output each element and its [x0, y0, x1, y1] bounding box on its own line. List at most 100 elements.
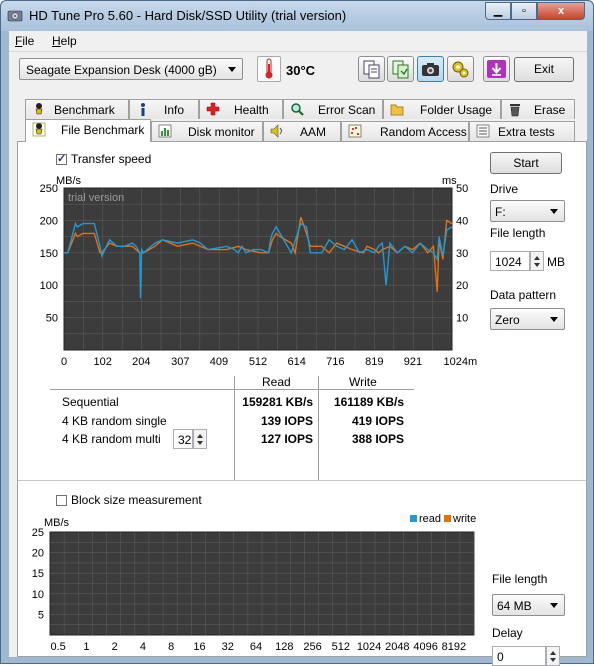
transfer-speed-label: Transfer speed	[71, 152, 152, 166]
copy-info-button[interactable]	[358, 56, 385, 82]
exit-button[interactable]: Exit	[514, 57, 574, 82]
data-pattern-combo[interactable]: Zero	[490, 308, 565, 330]
drive-combo-value: F:	[495, 205, 506, 219]
block-size-chart: 25 20 15 10 5 MB/s 0.5 1 2 4 8 16 32 64 128 256 512 1024 2…	[32, 513, 476, 653]
download-arrow-icon	[487, 60, 506, 78]
block-x-tick-label: 1	[83, 641, 89, 653]
block-x-tick-label: 4	[140, 641, 146, 653]
tab-erase-label: Erase	[534, 103, 566, 117]
legend-swatch-read	[410, 515, 417, 522]
spinner-down-icon	[534, 263, 540, 267]
drive-combo[interactable]: F:	[490, 200, 565, 222]
menu-file-label: ile	[22, 34, 35, 48]
tab-health[interactable]: Health	[199, 99, 283, 119]
file-benchmark-panel: Transfer speed trial version250200150100…	[17, 141, 587, 666]
x-tick-label: 614	[287, 356, 305, 368]
download-button[interactable]	[483, 56, 510, 82]
x-tick-label: 921	[404, 356, 422, 368]
transfer-speed-checkbox[interactable]	[56, 152, 67, 165]
block-file-length-combo[interactable]: 64 MB	[492, 594, 565, 616]
block-file-length-value: 64 MB	[497, 599, 532, 613]
results-read-header: Read	[262, 375, 291, 389]
maximize-button[interactable]: ▫	[511, 2, 537, 20]
folder-icon	[390, 104, 404, 116]
temperature-value: 30°C	[286, 63, 316, 78]
block-y-tick-label: 10	[32, 589, 44, 601]
file-benchmark-icon	[32, 122, 46, 137]
delay-value: 0	[497, 650, 504, 664]
save-button[interactable]	[387, 56, 414, 82]
camera-icon	[422, 63, 439, 76]
row-4k-single-write: 419 IOPS	[351, 414, 404, 428]
legend-swatch-write	[444, 515, 451, 522]
start-button[interactable]: Start	[490, 152, 562, 174]
x-tick-label: 819	[365, 356, 383, 368]
health-cross-icon	[206, 102, 220, 116]
tab-folder-usage[interactable]: Folder Usage	[383, 99, 501, 119]
block-size-checkbox[interactable]	[56, 495, 67, 506]
file-length-input[interactable]: 1024	[490, 251, 530, 271]
tab-disk-monitor-label: Disk monitor	[188, 125, 255, 139]
block-y-tick-label: 20	[32, 548, 44, 560]
info-icon	[141, 103, 145, 116]
random-access-icon	[348, 124, 362, 138]
options-button[interactable]	[447, 56, 474, 82]
magnifier-icon	[291, 103, 304, 116]
tab-aam[interactable]: AAM	[263, 121, 341, 141]
x-tick-label: 204	[132, 356, 150, 368]
tab-file-benchmark[interactable]: File Benchmark	[25, 119, 151, 142]
tab-random-access[interactable]: Random Access	[341, 121, 469, 141]
menu-help[interactable]: Help	[52, 34, 77, 48]
tab-error-scan[interactable]: Error Scan	[283, 99, 383, 119]
file-length-spinner[interactable]	[530, 251, 544, 271]
block-x-tick-label: 2	[112, 641, 118, 653]
temperature-button[interactable]	[257, 56, 281, 82]
x-tick-label: 1024mB	[444, 356, 478, 368]
delay-input[interactable]: 0	[492, 646, 546, 666]
tab-benchmark[interactable]: Benchmark	[25, 99, 129, 119]
legend-label-write: write	[452, 513, 476, 525]
block-x-tick-label: 256	[303, 641, 321, 653]
app-icon	[7, 10, 23, 22]
copy-icon	[363, 60, 380, 79]
y2-tick-label: 10	[456, 313, 468, 325]
block-x-tick-label: 128	[275, 641, 293, 653]
delay-spinner[interactable]	[546, 646, 560, 666]
block-x-tick-label: 8	[168, 641, 174, 653]
title-bar[interactable]: HD Tune Pro 5.60 - Hard Disk/SSD Utility…	[1, 1, 593, 31]
thermometer-icon	[265, 58, 273, 79]
drive-select[interactable]: Seagate Expansion Desk (4000 gB)	[19, 58, 243, 80]
y-tick-label: 50	[46, 313, 58, 325]
block-file-length-label: File length	[492, 572, 548, 586]
tab-info-label: Info	[164, 103, 185, 117]
menu-help-accel: H	[52, 34, 61, 48]
queue-depth-spinner[interactable]	[193, 429, 207, 449]
block-y-tick-label: 15	[32, 568, 44, 580]
y2-tick-label: 20	[456, 280, 468, 292]
x-tick-label: 102	[93, 356, 111, 368]
file-length-unit: MB	[547, 255, 565, 269]
y2-tick-label: 50	[456, 183, 468, 195]
menu-bar: File Help	[9, 31, 587, 51]
queue-depth-input[interactable]: 32	[173, 429, 193, 449]
y2-axis-unit: ms	[442, 175, 457, 187]
drive-select-value: Seagate Expansion Desk (4000 gB)	[26, 63, 217, 77]
tab-disk-monitor[interactable]: Disk monitor	[151, 121, 263, 141]
tab-random-access-label: Random Access	[380, 125, 467, 139]
queue-depth-value: 32	[178, 433, 192, 447]
legend-label-read: read	[419, 513, 441, 525]
disk-monitor-icon	[158, 124, 172, 138]
tab-extra-tests[interactable]: Extra tests	[469, 121, 575, 141]
tab-erase[interactable]: Erase	[501, 99, 575, 119]
menu-separator	[9, 51, 587, 52]
menu-file[interactable]: File	[15, 34, 34, 48]
block-x-tick-label: 0.5	[50, 641, 65, 653]
tab-info[interactable]: Info	[129, 99, 199, 119]
close-button[interactable]: x	[537, 2, 585, 20]
block-y-axis-unit: MB/s	[44, 517, 70, 529]
speaker-icon	[270, 124, 282, 138]
spinner-up-icon	[550, 651, 556, 655]
spinner-down-icon	[197, 441, 203, 445]
minimize-button[interactable]: ▁	[485, 2, 511, 20]
screenshot-button[interactable]	[417, 56, 444, 82]
